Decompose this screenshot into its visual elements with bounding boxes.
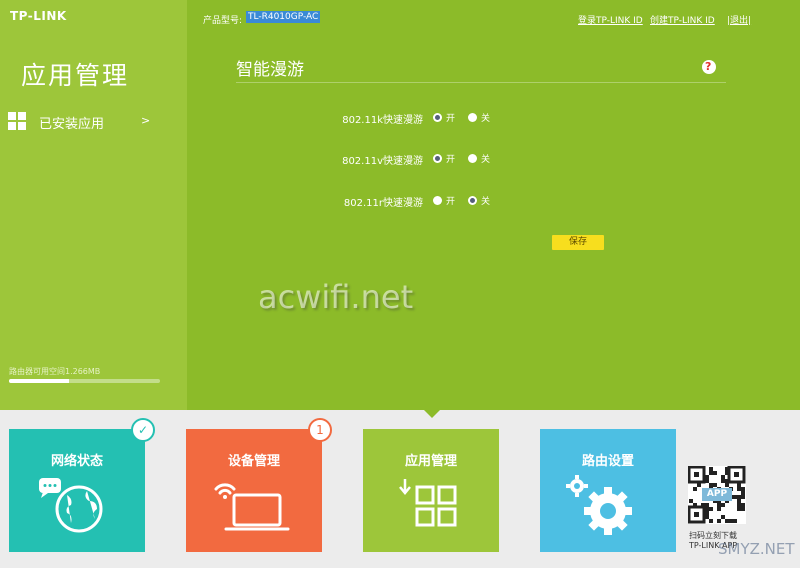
tile-app-management[interactable]: 应用管理 [363,429,499,552]
radio-off[interactable] [468,113,477,122]
active-tab-pointer [424,410,440,418]
radio-off-label: 关 [481,155,491,165]
app-grid-icon [399,479,457,527]
roaming-row-k: 802.11k快速漫游 开 关 [260,111,560,127]
roaming-row-v: 802.11v快速漫游 开 关 [260,152,560,168]
grid-icon [8,112,26,130]
divider [236,82,726,83]
radio-on[interactable] [433,196,442,205]
sidebar-title: 应用管理 [21,61,130,90]
smyz-watermark: SMYZ.NET [718,540,795,558]
row-label: 802.11v快速漫游 [342,156,423,167]
sidebar-item-installed-apps[interactable]: 已安装应用 > [8,112,178,134]
model-label: 产品型号: [203,16,243,26]
storage-bar [9,379,160,383]
chevron-right-icon: > [141,114,151,127]
gears-icon [566,475,632,535]
create-id-link[interactable]: 创建TP-LINK ID [650,13,715,26]
radio-on[interactable] [433,154,442,163]
page-title: 智能漫游 [236,60,304,80]
qr-code: APP [687,465,746,524]
radio-on-label: 开 [446,114,456,124]
model-value: TL-R4010GP-AC [246,11,321,23]
qr-app-badge: APP [702,488,732,501]
device-count-badge: 1 [308,418,332,442]
save-button[interactable]: 保存 [552,235,604,250]
logo: TP-LINK [10,9,67,23]
row-label: 802.11r快速漫游 [343,198,423,209]
globe-chat-icon [39,478,103,533]
tile-router-settings[interactable]: 路由设置 [540,429,676,552]
radio-off-label: 关 [481,197,491,207]
radio-on-label: 开 [446,155,456,165]
status-ok-badge: ✓ [131,418,155,442]
storage-fill [9,379,70,383]
radio-on[interactable] [433,113,442,122]
tile-device-management[interactable]: 设备管理 [186,429,322,552]
row-label: 802.11k快速漫游 [342,115,423,126]
roaming-row-r: 802.11r快速漫游 开 关 [260,194,560,210]
radio-on-label: 开 [446,197,456,207]
login-link[interactable]: 登录TP-LINK ID [578,13,643,26]
sidebar: TP-LINK 应用管理 已安装应用 > 路由器可用空间1.266MB [0,0,187,410]
radio-off-label: 关 [481,114,491,124]
watermark: acwifi.net [258,278,414,316]
logout-link[interactable]: |退出| [727,13,751,26]
radio-off[interactable] [468,154,477,163]
tile-network-status[interactable]: 网络状态 [9,429,145,552]
storage-text: 路由器可用空间1.266MB [9,367,101,376]
help-icon[interactable] [702,60,716,74]
radio-off[interactable] [468,196,477,205]
sidebar-item-label: 已安装应用 [39,117,105,132]
laptop-wifi-icon [214,483,290,531]
